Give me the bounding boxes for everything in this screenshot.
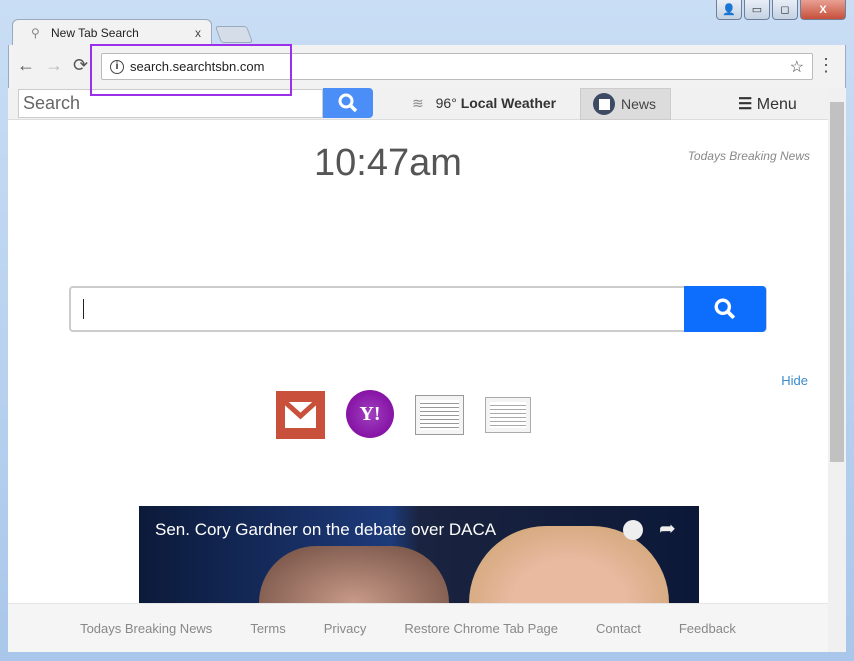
- close-window-button[interactable]: X: [800, 0, 846, 20]
- new-tab-button[interactable]: [214, 26, 254, 43]
- footer: Todays Breaking News Terms Privacy Resto…: [8, 603, 828, 652]
- menu-button[interactable]: ☰ Menu: [738, 94, 797, 114]
- news-label: News: [621, 96, 657, 112]
- newspaper-icon: [593, 93, 615, 115]
- reload-icon[interactable]: ⟳: [73, 55, 88, 76]
- weather-widget[interactable]: ≋ 96° Local Weather: [412, 95, 556, 112]
- video-player[interactable]: Sen. Cory Gardner on the debate over DAC…: [139, 506, 699, 603]
- wsj-shortcut[interactable]: [415, 395, 464, 435]
- gmail-shortcut[interactable]: [276, 391, 325, 439]
- forward-icon[interactable]: →: [45, 55, 63, 76]
- newspaper-icon: [420, 400, 459, 430]
- scrollbar-thumb[interactable]: [830, 102, 844, 462]
- footer-link-terms[interactable]: Terms: [250, 621, 285, 636]
- watch-later-icon[interactable]: [623, 520, 643, 540]
- minimize-button[interactable]: ▭: [744, 0, 770, 20]
- daily-news-shortcut[interactable]: [485, 397, 531, 433]
- main-search-button[interactable]: [684, 286, 766, 332]
- maximize-button[interactable]: ◻: [772, 0, 798, 20]
- share-icon[interactable]: ➦: [659, 516, 676, 541]
- footer-link-contact[interactable]: Contact: [596, 621, 641, 636]
- yahoo-logo-icon: Y!: [359, 402, 381, 425]
- toolbar-search-button[interactable]: [323, 88, 373, 118]
- tab-new-tab-search[interactable]: ⚲ New Tab Search x: [12, 19, 212, 46]
- search-icon: ⚲: [31, 26, 40, 40]
- yahoo-shortcut[interactable]: Y!: [346, 390, 394, 438]
- weather-temp: 96°: [435, 95, 457, 111]
- text-caret: [83, 299, 84, 319]
- tab-title: New Tab Search: [51, 26, 139, 40]
- bookmark-star-icon[interactable]: ☆: [790, 57, 804, 77]
- newspaper-icon: [490, 402, 526, 428]
- clock: 10:47am: [314, 142, 462, 184]
- footer-link-privacy[interactable]: Privacy: [324, 621, 367, 636]
- hide-shortcuts-link[interactable]: Hide: [781, 373, 808, 388]
- window-controls: 👤 ▭ ◻ X: [716, 0, 846, 20]
- footer-link-restore[interactable]: Restore Chrome Tab Page: [404, 621, 558, 636]
- video-thumbnail: [259, 546, 449, 603]
- search-icon: [714, 298, 736, 320]
- scrollbar[interactable]: [828, 88, 846, 652]
- hamburger-icon: ☰: [738, 96, 753, 113]
- mail-icon: [283, 400, 318, 428]
- footer-link-feedback[interactable]: Feedback: [679, 621, 736, 636]
- main-search-input[interactable]: [69, 286, 767, 332]
- page-content: Search ≋ 96° Local Weather News ☰ Menu 1…: [8, 88, 828, 652]
- footer-link-breaking-news[interactable]: Todays Breaking News: [80, 621, 212, 636]
- weather-label: Local Weather: [460, 95, 557, 111]
- tab-close-icon[interactable]: x: [195, 26, 201, 40]
- menu-label: Menu: [756, 96, 797, 113]
- video-title: Sen. Cory Gardner on the debate over DAC…: [155, 520, 497, 539]
- highlight-box: [90, 44, 292, 96]
- menu-kebab-icon[interactable]: ⋮: [817, 55, 835, 76]
- news-button[interactable]: News: [580, 88, 671, 120]
- breaking-news-link[interactable]: Todays Breaking News: [688, 149, 810, 163]
- weather-icon: ≋: [412, 95, 424, 111]
- user-icon[interactable]: 👤: [716, 0, 742, 20]
- search-icon: [338, 93, 358, 113]
- back-icon[interactable]: ←: [17, 55, 35, 76]
